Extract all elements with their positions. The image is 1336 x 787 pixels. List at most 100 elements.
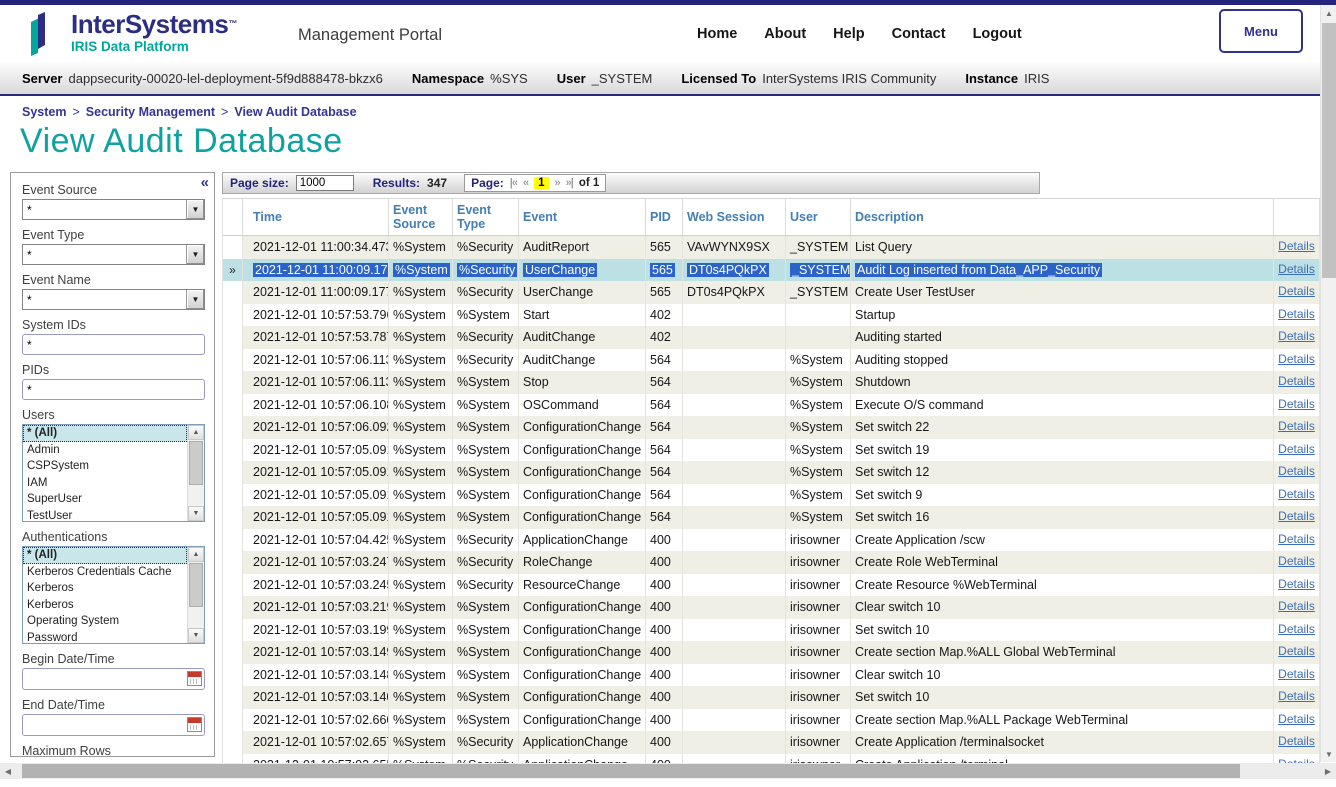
end-datetime-input[interactable] xyxy=(22,714,205,736)
scroll-up-icon[interactable]: ▲ xyxy=(188,425,204,440)
vertical-scroll-thumb[interactable] xyxy=(1322,23,1336,278)
scroll-right-icon[interactable]: ▶ xyxy=(1320,763,1336,779)
table-row[interactable]: 2021-12-01 10:57:02.655%System%SecurityA… xyxy=(223,754,1320,764)
authentications-scrollbar[interactable]: ▲ ▼ xyxy=(187,547,204,643)
table-row[interactable]: 2021-12-01 10:57:05.091%System%SystemCon… xyxy=(223,461,1320,484)
vertical-scrollbar[interactable]: ▲ ▼ xyxy=(1320,5,1336,762)
details-link[interactable]: Details xyxy=(1278,284,1315,298)
last-page-icon[interactable]: »| xyxy=(566,177,573,189)
list-option[interactable]: * (All) xyxy=(23,425,187,442)
details-link[interactable]: Details xyxy=(1278,352,1315,366)
authentications-listbox[interactable]: * (All)Kerberos Credentials CacheKerbero… xyxy=(22,546,205,644)
table-row[interactable]: 2021-12-01 10:57:53.787%System%SecurityA… xyxy=(223,326,1320,349)
scroll-thumb[interactable] xyxy=(189,563,203,607)
list-option[interactable]: IAM xyxy=(23,475,187,492)
chevron-down-icon[interactable]: ▼ xyxy=(186,245,204,264)
scroll-down-icon[interactable]: ▼ xyxy=(188,628,204,643)
menu-button[interactable]: Menu xyxy=(1219,9,1303,53)
table-row[interactable]: 2021-12-01 10:57:04.425%System%SecurityA… xyxy=(223,529,1320,552)
nav-help[interactable]: Help xyxy=(833,26,864,42)
next-page-icon[interactable]: » xyxy=(555,177,560,189)
table-row[interactable]: 2021-12-01 10:57:03.140%System%SystemCon… xyxy=(223,686,1320,709)
table-row[interactable]: 2021-12-01 10:57:06.113%System%SecurityA… xyxy=(223,349,1320,372)
table-row[interactable]: 2021-12-01 10:57:02.657%System%SecurityA… xyxy=(223,731,1320,754)
system-ids-input[interactable] xyxy=(22,334,205,355)
details-link[interactable]: Details xyxy=(1278,689,1315,703)
horizontal-scroll-thumb[interactable] xyxy=(22,764,1240,778)
horizontal-scrollbar[interactable]: ◀ ▶ xyxy=(0,763,1336,779)
current-page[interactable]: 1 xyxy=(534,177,548,189)
details-link[interactable]: Details xyxy=(1278,532,1315,546)
table-row[interactable]: 2021-12-01 10:57:02.660%System%SystemCon… xyxy=(223,709,1320,732)
chevron-down-icon[interactable]: ▼ xyxy=(186,200,204,219)
scroll-up-icon[interactable]: ▲ xyxy=(1321,5,1336,21)
table-row[interactable]: 2021-12-01 10:57:03.219%System%SystemCon… xyxy=(223,596,1320,619)
list-option[interactable]: Admin xyxy=(23,442,187,459)
nav-home[interactable]: Home xyxy=(697,26,737,42)
details-link[interactable]: Details xyxy=(1278,307,1315,321)
details-link[interactable]: Details xyxy=(1278,644,1315,658)
scroll-thumb[interactable] xyxy=(189,441,203,485)
breadcrumb-system[interactable]: System xyxy=(22,105,66,119)
details-link[interactable]: Details xyxy=(1278,622,1315,636)
details-link[interactable]: Details xyxy=(1278,734,1315,748)
table-row[interactable]: 2021-12-01 10:57:05.091%System%SystemCon… xyxy=(223,506,1320,529)
details-link[interactable]: Details xyxy=(1278,599,1315,613)
prev-page-icon[interactable]: « xyxy=(523,177,528,189)
nav-about[interactable]: About xyxy=(764,26,806,42)
table-row[interactable]: »2021-12-01 11:00:09.179%System%Security… xyxy=(223,259,1320,282)
table-row[interactable]: 2021-12-01 10:57:05.091%System%SystemCon… xyxy=(223,484,1320,507)
list-option[interactable]: TestUser xyxy=(23,508,187,522)
details-link[interactable]: Details xyxy=(1278,239,1315,253)
nav-contact[interactable]: Contact xyxy=(892,26,946,42)
table-row[interactable]: 2021-12-01 10:57:53.796%System%SystemSta… xyxy=(223,304,1320,327)
users-scrollbar[interactable]: ▲ ▼ xyxy=(187,425,204,521)
calendar-icon[interactable] xyxy=(187,671,202,686)
pids-input[interactable] xyxy=(22,379,205,400)
scroll-down-icon[interactable]: ▼ xyxy=(188,506,204,521)
event-name-select[interactable]: * ▼ xyxy=(22,289,205,310)
details-link[interactable]: Details xyxy=(1278,554,1315,568)
table-row[interactable]: 2021-12-01 10:57:06.108%System%SystemOSC… xyxy=(223,394,1320,417)
details-link[interactable]: Details xyxy=(1278,464,1315,478)
event-type-select[interactable]: * ▼ xyxy=(22,244,205,265)
details-link[interactable]: Details xyxy=(1278,374,1315,388)
table-row[interactable]: 2021-12-01 11:00:09.177%System%SecurityU… xyxy=(223,281,1320,304)
details-link[interactable]: Details xyxy=(1278,262,1315,276)
details-link[interactable]: Details xyxy=(1278,667,1315,681)
page-size-input[interactable] xyxy=(296,175,354,191)
details-link[interactable]: Details xyxy=(1278,487,1315,501)
details-link[interactable]: Details xyxy=(1278,419,1315,433)
nav-logout[interactable]: Logout xyxy=(973,26,1022,42)
details-link[interactable]: Details xyxy=(1278,442,1315,456)
list-option[interactable]: Kerberos xyxy=(23,580,187,597)
list-option[interactable]: CSPSystem xyxy=(23,458,187,475)
details-link[interactable]: Details xyxy=(1278,509,1315,523)
list-option[interactable]: Kerberos xyxy=(23,597,187,614)
table-row[interactable]: 2021-12-01 11:00:34.473%System%SecurityA… xyxy=(223,236,1320,259)
list-option[interactable]: Password xyxy=(23,630,187,644)
list-option[interactable]: * (All) xyxy=(23,547,187,564)
scroll-down-icon[interactable]: ▼ xyxy=(1321,746,1336,762)
list-option[interactable]: SuperUser xyxy=(23,491,187,508)
table-row[interactable]: 2021-12-01 10:57:06.113%System%SystemSto… xyxy=(223,371,1320,394)
first-page-icon[interactable]: |« xyxy=(510,177,517,189)
scroll-left-icon[interactable]: ◀ xyxy=(0,763,16,779)
table-row[interactable]: 2021-12-01 10:57:03.247%System%SecurityR… xyxy=(223,551,1320,574)
list-option[interactable]: Operating System xyxy=(23,613,187,630)
details-link[interactable]: Details xyxy=(1278,712,1315,726)
details-link[interactable]: Details xyxy=(1278,329,1315,343)
chevron-down-icon[interactable]: ▼ xyxy=(186,290,204,309)
table-row[interactable]: 2021-12-01 10:57:03.148%System%SystemCon… xyxy=(223,664,1320,687)
list-option[interactable]: Kerberos Credentials Cache xyxy=(23,564,187,581)
table-row[interactable]: 2021-12-01 10:57:05.091%System%SystemCon… xyxy=(223,439,1320,462)
sidebar-collapse-icon[interactable]: « xyxy=(201,174,209,191)
table-row[interactable]: 2021-12-01 10:57:03.245%System%SecurityR… xyxy=(223,574,1320,597)
event-source-select[interactable]: * ▼ xyxy=(22,199,205,220)
begin-datetime-input[interactable] xyxy=(22,668,205,690)
table-row[interactable]: 2021-12-01 10:57:06.092%System%SystemCon… xyxy=(223,416,1320,439)
users-listbox[interactable]: * (All)AdminCSPSystemIAMSuperUserTestUse… xyxy=(22,424,205,522)
table-row[interactable]: 2021-12-01 10:57:03.149%System%SystemCon… xyxy=(223,641,1320,664)
scroll-up-icon[interactable]: ▲ xyxy=(188,547,204,562)
breadcrumb-security-management[interactable]: Security Management xyxy=(86,105,215,119)
